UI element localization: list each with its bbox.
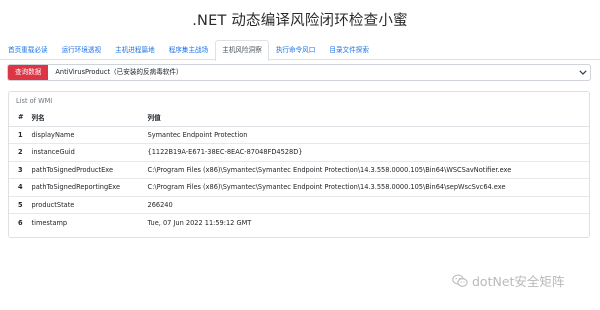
row-name: timestamp bbox=[23, 213, 140, 231]
watermark-text: dotNet安全矩阵 bbox=[472, 274, 565, 289]
chevron-down-icon[interactable] bbox=[576, 65, 590, 80]
row-name: instanceGuid bbox=[23, 143, 140, 161]
row-value: C:\Program Files (x86)\Symantec\Symantec… bbox=[139, 160, 589, 179]
wmi-class-select[interactable]: AntiVirusProduct（已安装的反病毒软件） bbox=[48, 65, 576, 80]
wmi-table: # 列名 列值 1 displayName Symantec Endpoint … bbox=[9, 109, 589, 231]
table-header-row: # 列名 列值 bbox=[9, 109, 589, 127]
row-name: pathToSignedProductExe bbox=[23, 160, 140, 179]
tab-home[interactable]: 首页重载必读 bbox=[1, 40, 55, 59]
row-index: 5 bbox=[9, 195, 24, 214]
query-data-button[interactable]: 查询数据 bbox=[8, 65, 49, 80]
row-index: 2 bbox=[9, 143, 24, 161]
column-header-index: # bbox=[9, 109, 24, 127]
row-value: C:\Program Files (x86)\Symantec\Symantec… bbox=[139, 178, 589, 196]
table-row: 4 pathToSignedReportingExe C:\Program Fi… bbox=[9, 178, 589, 196]
tab-host-risk[interactable]: 主机风险洞察 bbox=[215, 40, 269, 61]
row-value: Symantec Endpoint Protection bbox=[139, 125, 589, 144]
row-name: displayName bbox=[23, 125, 140, 144]
query-bar: 查询数据 AntiVirusProduct（已安装的反病毒软件） bbox=[7, 64, 591, 81]
row-index: 4 bbox=[9, 178, 24, 196]
table-row: 2 instanceGuid {1122B19A-E671-38EC-8EAC-… bbox=[9, 143, 589, 161]
row-name: pathToSignedReportingExe bbox=[23, 178, 140, 196]
tab-directory-explore[interactable]: 目录文件探索 bbox=[322, 40, 376, 59]
row-value: Tue, 07 Jun 2022 11:59:12 GMT bbox=[139, 213, 589, 231]
table-row: 5 productState 266240 bbox=[9, 195, 589, 214]
table-row: 6 timestamp Tue, 07 Jun 2022 11:59:12 GM… bbox=[9, 213, 589, 231]
wechat-icon bbox=[452, 274, 468, 287]
nav-tabs: 首页重载必读 运行环境透视 主机进程篇地 程序集主战场 主机风险洞察 执行命令风… bbox=[0, 40, 600, 61]
tab-host-process[interactable]: 主机进程篇地 bbox=[108, 40, 162, 59]
row-name: productState bbox=[23, 195, 140, 214]
column-header-value: 列值 bbox=[139, 109, 589, 127]
tab-exec-command[interactable]: 执行命令风口 bbox=[269, 40, 323, 59]
wmi-card: List of WMI # 列名 列值 1 displayName Symant… bbox=[8, 91, 590, 238]
row-value: 266240 bbox=[139, 195, 589, 214]
tab-assembly[interactable]: 程序集主战场 bbox=[162, 40, 216, 59]
tab-runtime-env[interactable]: 运行环境透视 bbox=[55, 40, 109, 59]
wmi-card-title: List of WMI bbox=[16, 97, 53, 105]
row-value: {1122B19A-E671-38EC-8EAC-87048FD4528D} bbox=[139, 143, 589, 161]
row-index: 6 bbox=[9, 213, 24, 231]
column-header-name: 列名 bbox=[23, 109, 140, 127]
row-index: 3 bbox=[9, 160, 24, 179]
table-row: 1 displayName Symantec Endpoint Protecti… bbox=[9, 125, 589, 144]
row-index: 1 bbox=[9, 125, 24, 144]
watermark: dotNet安全矩阵 bbox=[452, 271, 564, 290]
app-title: .NET 动态编译风险闭环检查小蜜 bbox=[192, 13, 408, 29]
table-row: 3 pathToSignedProductExe C:\Program File… bbox=[9, 160, 589, 179]
